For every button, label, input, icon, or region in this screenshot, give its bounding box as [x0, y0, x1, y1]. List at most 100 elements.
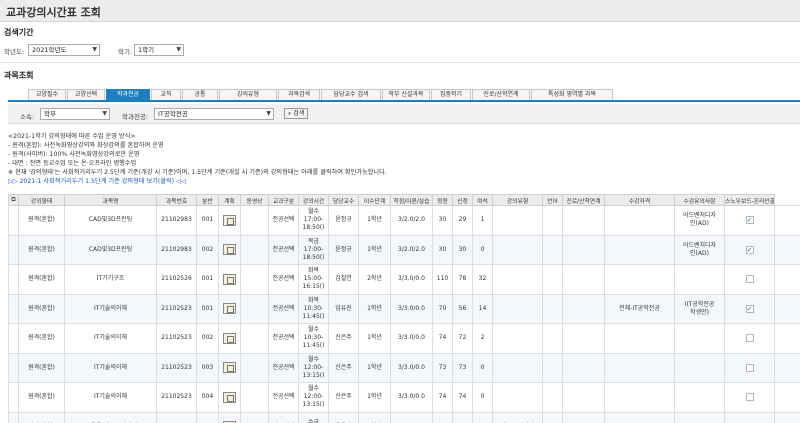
snowboard-checkbox[interactable] — [745, 363, 754, 372]
row-header-cell[interactable] — [8, 352, 19, 383]
video-cell — [240, 234, 269, 265]
row-header-cell[interactable] — [8, 382, 19, 413]
tab-department-major[interactable]: 학과전공 — [106, 89, 150, 100]
tab-lecture-type[interactable]: 강의유형 — [219, 89, 277, 100]
syllabus-icon[interactable] — [223, 214, 236, 226]
section-cell: 001 — [196, 205, 219, 236]
applied-cell: 73 — [452, 352, 473, 383]
lecture-type-cell: 원격(혼합) — [18, 234, 65, 265]
syllabus-icon[interactable] — [223, 362, 236, 374]
term-select[interactable]: 1학기 ▼ — [134, 44, 184, 56]
affiliation-label: 소속: — [20, 113, 35, 121]
tab-general-required[interactable]: 교양필수 — [28, 89, 66, 100]
column-header[interactable]: 과목번호 — [156, 194, 197, 206]
lecture-time-cell: 월수 12:00- 13:15() — [298, 382, 329, 413]
snowboard-checkbox[interactable]: ✓ — [745, 216, 754, 224]
capacity-cell: 74 — [432, 323, 453, 354]
snowboard-checkbox[interactable] — [745, 275, 754, 283]
syllabus-icon[interactable] — [223, 391, 236, 403]
table-row[interactable]: 원격(혼합) IT기술의이해 21102523 002 전공선택 월수 10:30- 11:4… — [8, 323, 800, 354]
lecture-time-cell: 목금 17:00- 18:50() — [298, 234, 329, 265]
major-select[interactable]: IT공학전공 ▼ — [154, 108, 274, 120]
column-header[interactable]: 학점/이론/실습 — [390, 194, 433, 206]
row-header-cell[interactable] — [8, 293, 19, 324]
snowboard-checkbox[interactable] — [745, 393, 754, 401]
column-header[interactable]: 강의형태 — [18, 194, 65, 206]
snowboard-checkbox[interactable]: ✓ — [745, 304, 754, 313]
snowboard-cell — [724, 264, 775, 295]
course-name-cell: CAD및3D프린팅 — [64, 234, 157, 265]
tab-specialized-area[interactable]: 특성화 영역별 과목 — [531, 89, 613, 100]
affiliation-select[interactable]: 학부 ▼ — [40, 108, 110, 120]
column-header[interactable]: 동영상 — [240, 194, 269, 206]
column-header[interactable]: 스노우보드-온라인출석부 — [724, 194, 775, 206]
syllabus-icon[interactable] — [223, 244, 236, 256]
table-row[interactable]: 원격(혼합) IT기기구조 21102526 001 전공선택 화목 15:00- 16:15… — [8, 264, 800, 295]
copy-icon[interactable]: ⧉ — [8, 194, 19, 206]
row-header-cell[interactable] — [8, 411, 19, 423]
syllabus-icon[interactable] — [223, 332, 236, 344]
snowboard-checkbox[interactable]: ✓ — [745, 245, 754, 254]
table-row[interactable]: 원격(혼합) IT기술의이해 21102523 004 전공선택 월수 12:00- 13:1… — [8, 382, 800, 413]
course-name-cell: CAD및3D프린팅 — [64, 205, 157, 236]
syllabus-icon[interactable] — [223, 303, 236, 315]
credit-cell: 3/3.0/0.0 — [390, 411, 433, 423]
qualification-cell — [604, 205, 675, 236]
table-row[interactable]: 원격(혼합) CAD및3D프린팅 21102983 002 전공선택 목금 17:00- 18… — [8, 234, 800, 265]
column-header[interactable]: 담당교수 — [328, 194, 359, 206]
tab-common[interactable]: 공통 — [182, 89, 218, 100]
row-header-cell[interactable] — [8, 264, 19, 295]
row-header-cell[interactable] — [8, 205, 19, 236]
stage-cell: 1학년 — [358, 352, 391, 383]
capacity-cell: 70 — [432, 293, 453, 324]
table-row[interactable]: 원격(혼합)IoT응용(캡스톤디자인)21102535001 전공선택수금16:3… — [8, 411, 800, 423]
qualification-cell — [604, 264, 675, 295]
column-header[interactable]: 교과구분 — [268, 194, 299, 206]
year-select[interactable]: 2021학년도 ▼ — [28, 44, 100, 56]
column-header[interactable]: 진로/산학연계 — [562, 194, 605, 206]
column-header[interactable]: 강의시간 — [298, 194, 329, 206]
row-header-cell[interactable] — [8, 323, 19, 354]
column-header[interactable]: 여석 — [472, 194, 493, 206]
caution-cell — [674, 382, 725, 413]
tab-intensive-term[interactable]: 집중학기 — [431, 89, 471, 100]
extra-cell — [774, 352, 800, 383]
tab-professor-search[interactable]: 담당교수 검색 — [321, 89, 381, 100]
column-header[interactable]: 과목명 — [64, 194, 157, 206]
course-name-cell: IT기술의이해 — [64, 352, 157, 383]
tab-new-courses[interactable]: 학부 신설과목 — [382, 89, 430, 100]
column-header[interactable]: 신청 — [452, 194, 473, 206]
snowboard-checkbox[interactable] — [745, 334, 754, 342]
caution-cell: 어드벤처디자 인(AD) — [674, 205, 725, 236]
column-header[interactable]: 이수단계 — [358, 194, 391, 206]
capacity-cell: 73 — [432, 352, 453, 383]
tab-career-industry[interactable]: 진로/산학연계 — [472, 89, 530, 100]
plan-cell — [218, 293, 241, 324]
distancing-link[interactable]: ▷▷ 2021-1 사회적거리두기 1.5단계 기준 강의형태 보기(클릭) ◁… — [8, 177, 798, 186]
qualification-cell — [604, 234, 675, 265]
tab-course-search[interactable]: 과목검색 — [278, 89, 320, 100]
search-button[interactable]: ⌕ 검색 — [284, 108, 309, 119]
column-header[interactable]: 계획 — [218, 194, 241, 206]
remaining-cell: 32 — [472, 264, 493, 295]
column-header[interactable]: 수강유의사항 — [674, 194, 725, 206]
column-header[interactable]: 수강자격 — [604, 194, 675, 206]
course-code-cell: 21102526 — [156, 264, 197, 295]
tab-general-elective[interactable]: 교양선택 — [67, 89, 105, 100]
column-header[interactable]: 언어 — [542, 194, 563, 206]
video-cell — [240, 205, 269, 236]
tab-teaching[interactable]: 교직 — [151, 89, 181, 100]
row-header-cell[interactable] — [8, 234, 19, 265]
table-row[interactable]: 원격(혼합) CAD및3D프린팅 21102983 001 전공선택 월수 17:00- 18… — [8, 205, 800, 236]
video-cell — [240, 352, 269, 383]
table-row[interactable]: 원격(혼합) IT기술의이해 21102523 003 전공선택 월수 12:00- 13:1… — [8, 352, 800, 383]
column-header[interactable]: 강의유형 — [492, 194, 543, 206]
syllabus-icon[interactable] — [223, 273, 236, 285]
column-header[interactable]: 분반 — [196, 194, 219, 206]
column-header[interactable]: 정원 — [432, 194, 453, 206]
caution-cell — [674, 411, 725, 423]
course-code-cell: 21102983 — [156, 234, 197, 265]
lecture-kind-cell — [492, 382, 543, 413]
capacity-cell: 30 — [432, 205, 453, 236]
table-row[interactable]: 원격(혼합) IT기술의이해 21102523 001 전공선택 화목 10:30- 11:4… — [8, 293, 800, 324]
